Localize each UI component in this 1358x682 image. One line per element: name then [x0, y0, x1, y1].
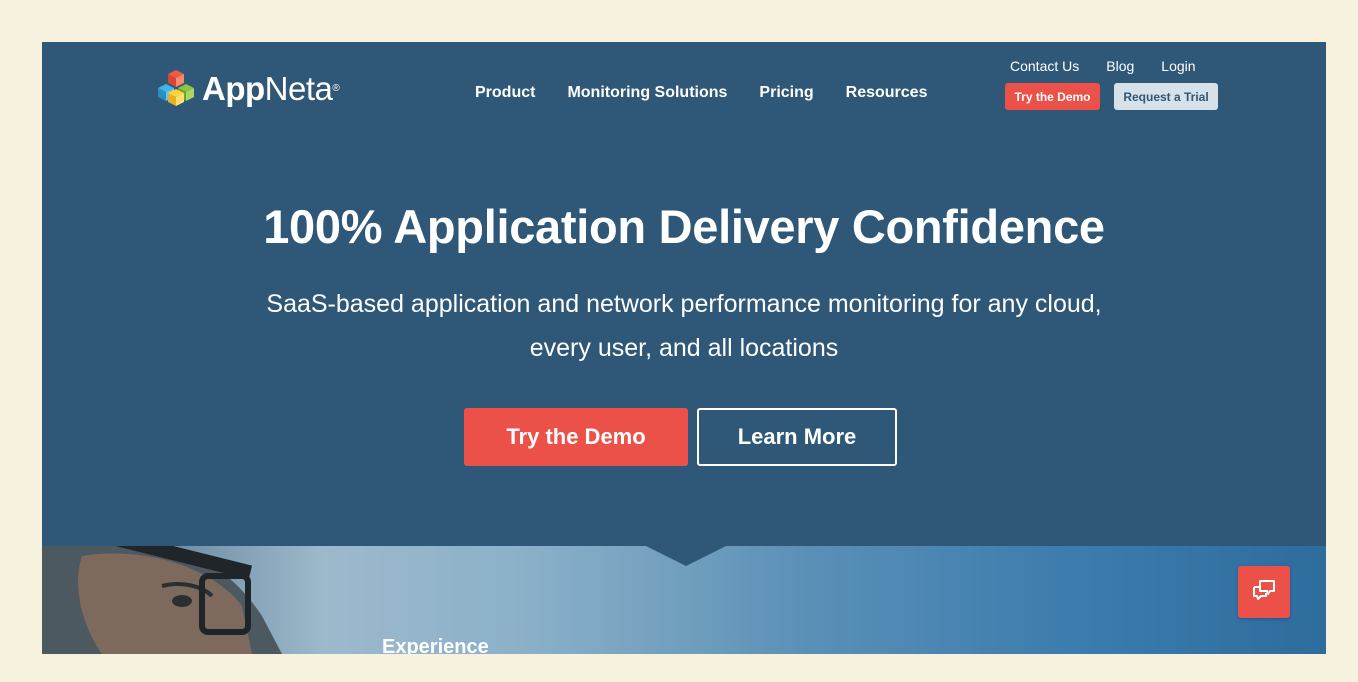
nav-pricing[interactable]: Pricing [759, 84, 813, 102]
chat-button[interactable] [1238, 566, 1290, 618]
nav-product[interactable]: Product [475, 84, 535, 102]
nav-contact-us[interactable]: Contact Us [1010, 58, 1079, 74]
experience-heading: Experience [382, 636, 489, 654]
chat-bubbles-icon [1251, 578, 1277, 607]
utility-navigation: Contact Us Blog Login [1010, 58, 1223, 74]
logo-wordmark: AppNeta [202, 69, 333, 107]
website-viewport: AppNeta ® Product Monitoring Solutions P… [42, 42, 1326, 654]
section-notch [646, 546, 726, 566]
appneta-logo[interactable]: AppNeta ® [156, 66, 340, 110]
header-request-trial-button[interactable]: Request a Trial [1114, 83, 1218, 110]
registered-mark: ® [332, 82, 340, 94]
header-try-demo-button[interactable]: Try the Demo [1005, 83, 1100, 110]
nav-monitoring-solutions[interactable]: Monitoring Solutions [567, 84, 727, 102]
hero-subtitle: SaaS-based application and network perfo… [266, 290, 1102, 362]
nav-blog[interactable]: Blog [1106, 58, 1134, 74]
nav-login[interactable]: Login [1161, 58, 1195, 74]
learn-more-button[interactable]: Learn More [697, 408, 897, 466]
try-demo-button[interactable]: Try the Demo [464, 408, 688, 466]
cube-cluster-icon [156, 68, 196, 108]
main-navigation: Product Monitoring Solutions Pricing Res… [475, 84, 959, 102]
person-with-glasses-image [42, 546, 282, 654]
hero-title: 100% Application Delivery Confidence [263, 200, 1105, 253]
nav-resources[interactable]: Resources [846, 84, 928, 102]
